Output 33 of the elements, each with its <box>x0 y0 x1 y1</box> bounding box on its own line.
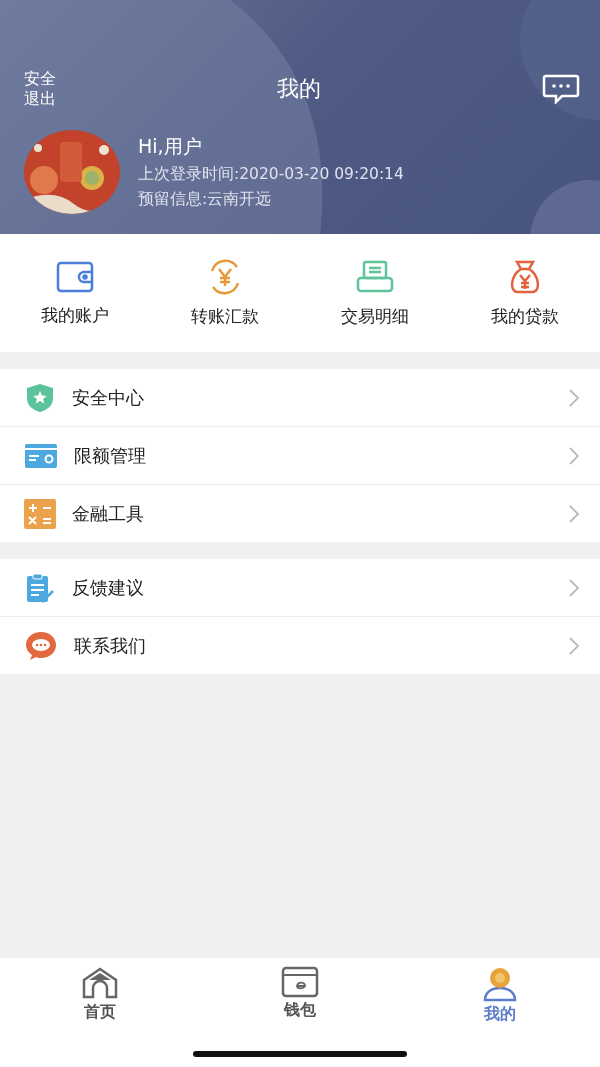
tab[interactable]: 钱包 <box>284 1000 316 1021</box>
user-icon <box>481 966 519 1002</box>
chevron-right-icon <box>568 635 580 656</box>
menu-item[interactable]: 联系我们 <box>74 633 552 658</box>
message-icon[interactable] <box>542 74 580 104</box>
shortcut-link[interactable]: 交易明细 <box>341 304 409 328</box>
greeting: Hi,用户 <box>138 134 203 159</box>
chevron-right-icon <box>568 577 580 598</box>
chevron-right-icon <box>568 445 580 466</box>
clipboard-pen-icon <box>24 571 56 604</box>
shield-star-icon <box>24 381 56 414</box>
menu-item[interactable]: 限额管理 <box>74 443 552 468</box>
calculator-icon <box>24 498 56 529</box>
menu-item[interactable]: 金融工具 <box>72 501 552 526</box>
chevron-right-icon <box>568 387 580 408</box>
page-title: 我的 <box>277 75 321 103</box>
logout-button[interactable]: 安全退出 <box>24 69 56 109</box>
menu-item[interactable]: 安全中心 <box>72 385 552 410</box>
tab[interactable]: 我的 <box>484 1004 516 1025</box>
tab[interactable]: 首页 <box>84 1002 116 1023</box>
chevron-right-icon <box>568 503 580 524</box>
reserved-info: 预留信息:云南开远 <box>138 189 273 210</box>
wallet-e-icon <box>281 966 319 998</box>
card-icon <box>24 442 58 469</box>
home-icon <box>81 966 119 1000</box>
menu-item[interactable]: 反馈建议 <box>72 575 552 600</box>
wallet-icon <box>55 259 95 294</box>
shortcut-link[interactable]: 我的贷款 <box>491 304 559 328</box>
shortcut-link[interactable]: 转账汇款 <box>191 304 259 328</box>
receipt-printer-icon <box>355 258 395 295</box>
chat-bubble-icon <box>24 629 58 662</box>
last-login-time: 上次登录时间:2020-03-20 09:20:14 <box>138 164 404 185</box>
shortcut-link[interactable]: 我的账户 <box>41 303 109 327</box>
